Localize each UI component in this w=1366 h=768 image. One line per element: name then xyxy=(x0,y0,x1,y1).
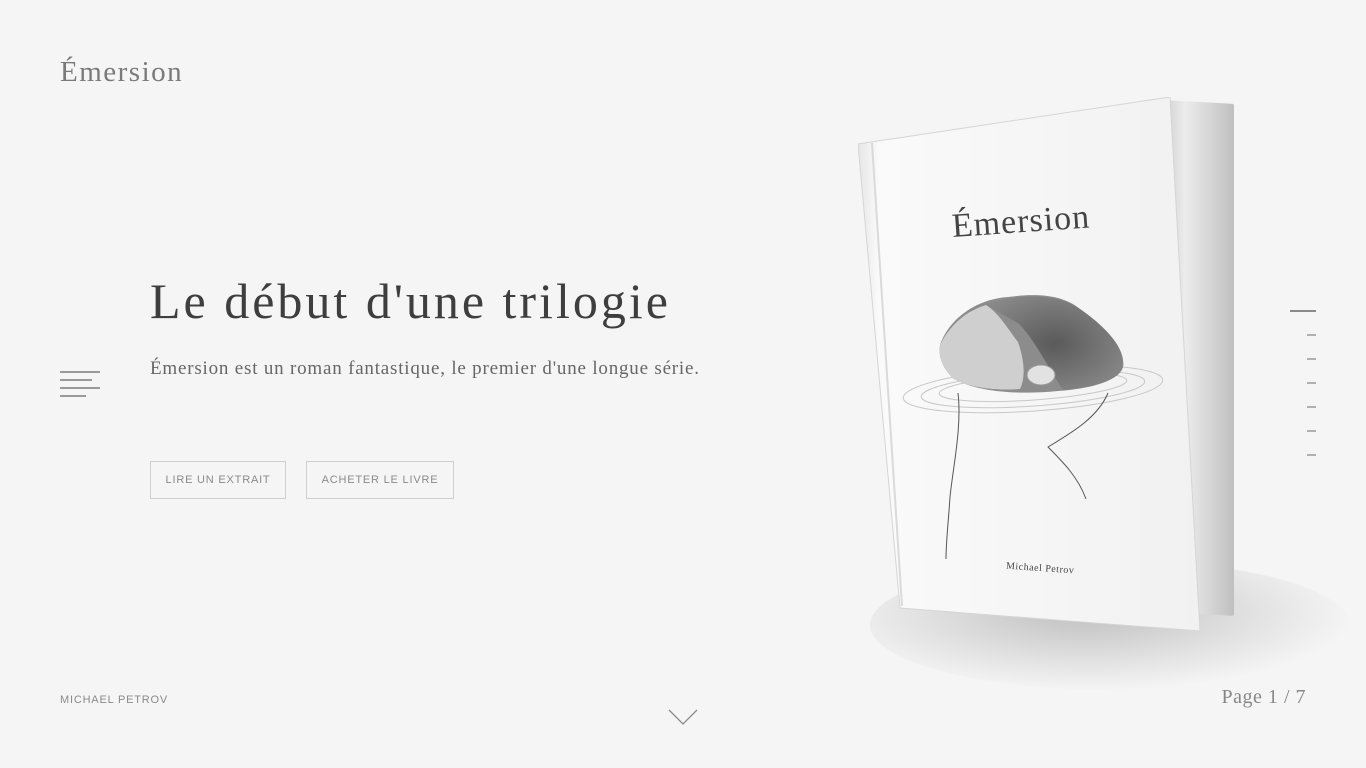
footer-author[interactable]: MICHAEL PETROV xyxy=(60,694,168,706)
buy-book-button[interactable]: ACHETER LE LIVRE xyxy=(306,461,454,499)
hero-title: Le début d'une trilogie xyxy=(150,273,671,329)
slide-dot-2[interactable] xyxy=(1307,334,1316,336)
slide-dot-4[interactable] xyxy=(1307,382,1316,384)
page-counter: Page 1 / 7 xyxy=(1222,686,1306,709)
slide-dot-3[interactable] xyxy=(1307,358,1316,360)
site-logo[interactable]: Émersion xyxy=(60,56,183,89)
slide-indicator xyxy=(1286,302,1320,464)
chevron-down-icon[interactable] xyxy=(668,708,698,726)
slide-dot-6[interactable] xyxy=(1307,430,1316,432)
slide-dot-7[interactable] xyxy=(1307,454,1316,456)
hamburger-menu-icon[interactable] xyxy=(60,371,100,399)
slide-dot-5[interactable] xyxy=(1307,406,1316,408)
page-current: Page 1 xyxy=(1221,686,1279,708)
hero-description: Émersion est un roman fantastique, le pr… xyxy=(150,358,700,379)
page-total: / 7 xyxy=(1283,686,1306,708)
read-excerpt-button[interactable]: LIRE UN EXTRAIT xyxy=(150,461,286,499)
book-cover xyxy=(858,97,1201,632)
slide-dot-1[interactable] xyxy=(1290,310,1316,312)
